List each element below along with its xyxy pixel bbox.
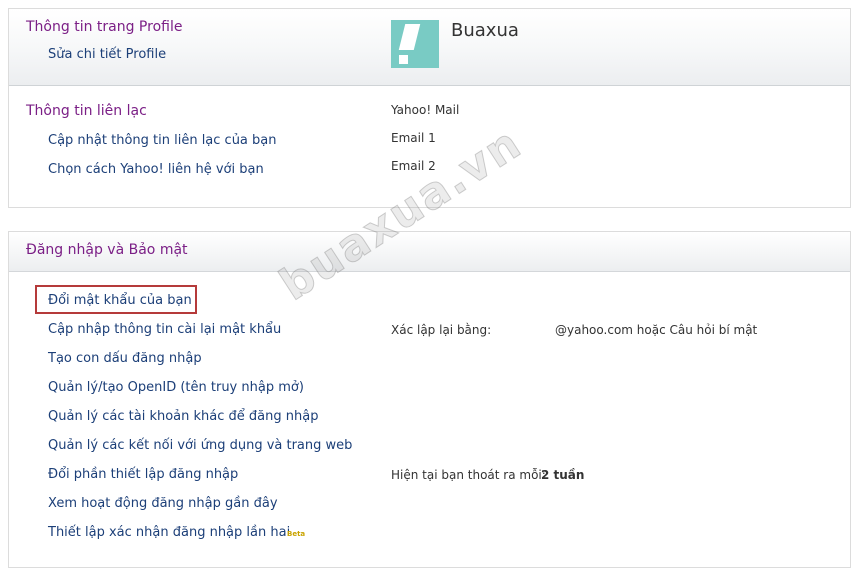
change-signin-settings-link[interactable]: Đổi phần thiết lập đăng nhập [48,467,238,482]
security-section-title: Đăng nhập và Bảo mật [26,242,188,258]
contact-section-title: Thông tin liên lạc [26,103,147,119]
contact-value-yahoo-mail: Yahoo! Mail [391,103,460,117]
reset-method-label: Xác lập lại bằng: [391,323,492,337]
update-reset-info-link[interactable]: Cập nhập thông tin cài lại mật khẩu [48,322,281,337]
contact-method-link[interactable]: Chọn cách Yahoo! liên hệ với bạn [48,162,264,177]
manage-openid-link[interactable]: Quản lý/tạo OpenID (tên truy nhập mở) [48,380,304,395]
change-password-link[interactable]: Đổi mật khẩu của bạn [48,293,192,308]
edit-profile-link[interactable]: Sửa chi tiết Profile [48,47,166,62]
reset-method-value: @yahoo.com hoặc Câu hỏi bí mật [555,323,758,337]
manage-other-accounts-link[interactable]: Quản lý các tài khoản khác để đăng nhập [48,409,318,424]
create-signin-seal-link[interactable]: Tạo con dấu đăng nhập [48,351,202,366]
avatar-exclamation-dot [399,55,408,64]
profile-username: Buaxua [451,20,519,41]
recent-signin-activity-link[interactable]: Xem hoạt động đăng nhập gần đây [48,496,278,511]
signout-interval-value: 2 tuần [541,468,585,482]
beta-badge: Beta [287,530,306,538]
contact-value-email-1: Email 1 [391,131,436,145]
signout-interval-label: Hiện tại bạn thoát ra mỗi: [391,468,546,482]
second-signin-verification-link[interactable]: Thiết lập xác nhận đăng nhập lần hai [48,525,290,540]
security-panel [8,231,851,568]
update-contact-link[interactable]: Cập nhật thông tin liên lạc của bạn [48,133,277,148]
avatar-exclamation-bar [398,24,421,50]
avatar-icon[interactable] [391,20,439,68]
profile-section-title: Thông tin trang Profile [26,19,183,35]
manage-app-connections-link[interactable]: Quản lý các kết nối với ứng dụng và tran… [48,438,352,453]
